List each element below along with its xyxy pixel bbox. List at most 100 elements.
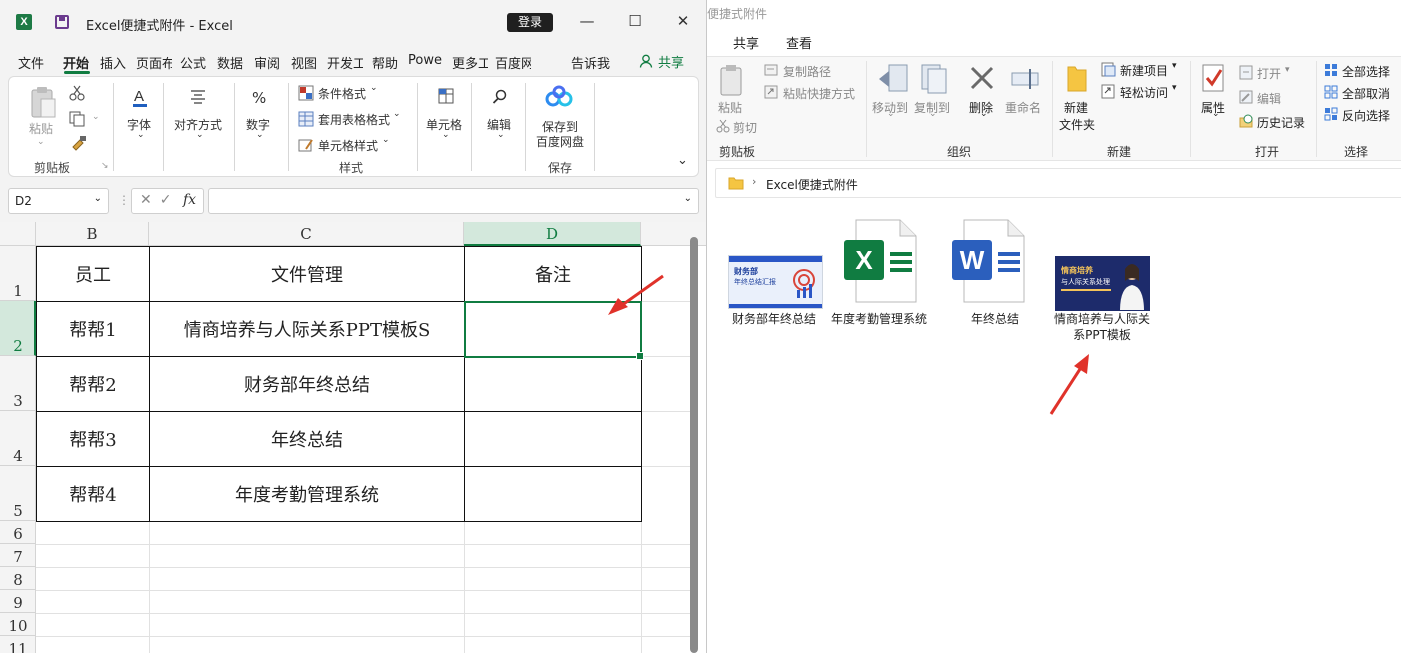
file-item[interactable]: X 年度考勤管理系统 — [827, 218, 931, 348]
tab-share[interactable]: 共享 — [733, 33, 759, 52]
font-color-icon[interactable]: A — [131, 87, 149, 109]
share-button[interactable]: 共享 — [658, 52, 684, 71]
row-header-10[interactable]: 10 — [0, 613, 36, 636]
table-format-dropdown-icon[interactable]: ⌄ — [393, 109, 401, 119]
new-folder-line2[interactable]: 文件夹 — [1059, 116, 1095, 133]
minimize-button[interactable]: — — [577, 12, 597, 30]
table-format-button[interactable]: 套用表格格式 — [318, 111, 390, 128]
cell-c2[interactable]: 情商培养与人际关系PPT模板S — [150, 302, 465, 357]
open-dropdown-icon[interactable]: ▾ — [1285, 65, 1290, 75]
insert-function-button[interactable]: fx — [183, 192, 196, 208]
invert-selection-button[interactable]: 反向选择 — [1342, 107, 1390, 124]
row-header-1[interactable]: 1 — [0, 246, 36, 301]
tab-insert[interactable]: 插入 — [100, 53, 126, 72]
easy-access-dropdown-icon[interactable]: ▾ — [1172, 83, 1177, 93]
easy-access-button[interactable]: 轻松访问 — [1120, 84, 1168, 101]
paste-icon[interactable] — [719, 63, 745, 97]
row-header-7[interactable]: 7 — [0, 544, 36, 567]
properties-icon[interactable] — [1201, 63, 1227, 95]
cut-icon[interactable] — [69, 85, 85, 101]
breadcrumb-folder[interactable]: Excel便捷式附件 — [766, 176, 858, 193]
select-none-button[interactable]: 全部取消 — [1342, 85, 1390, 102]
tab-view[interactable]: 查看 — [786, 33, 812, 52]
delete-dropdown-icon[interactable]: ⌄ — [980, 109, 988, 119]
paste-shortcut-button[interactable]: 粘贴快捷方式 — [783, 85, 855, 102]
formula-input[interactable]: ⌄ — [208, 188, 699, 214]
alignment-dropdown-icon[interactable]: ⌄ — [196, 130, 204, 140]
cancel-icon[interactable]: ✕ — [140, 192, 160, 208]
conditional-format-button[interactable]: 条件格式 — [318, 85, 366, 102]
row-header-9[interactable]: 9 — [0, 590, 36, 613]
row-header-5[interactable]: 5 — [0, 466, 36, 521]
move-to-dropdown-icon[interactable]: ⌄ — [887, 109, 895, 119]
cell-c4[interactable]: 年终总结 — [150, 412, 465, 467]
file-item[interactable]: 财务部 年终总结汇报 财务部年终总结 — [722, 218, 826, 338]
tab-developer[interactable]: 开发工 — [327, 53, 363, 72]
collapse-ribbon-icon[interactable]: ⌄ — [677, 153, 688, 168]
delete-icon[interactable] — [969, 65, 995, 91]
tab-view[interactable]: 视图 — [291, 53, 317, 72]
name-box-dropdown-icon[interactable]: ⌄ — [94, 193, 102, 204]
cell-b4[interactable]: 帮帮3 — [37, 412, 150, 467]
new-folder-line1[interactable]: 新建 — [1064, 99, 1088, 116]
row-header-3[interactable]: 3 — [0, 356, 36, 411]
tab-home[interactable]: 开始 — [63, 53, 89, 72]
cell-d3[interactable] — [465, 357, 642, 412]
copy-icon[interactable] — [69, 111, 85, 127]
paste-dropdown-icon[interactable]: ⌄ — [37, 137, 45, 147]
save-to-line2[interactable]: 百度网盘 — [536, 133, 584, 150]
name-box[interactable]: D2 ⌄ — [8, 188, 109, 214]
copy-to-dropdown-icon[interactable]: ⌄ — [929, 109, 937, 119]
cell-c3[interactable]: 财务部年终总结 — [150, 357, 465, 412]
move-to-icon[interactable] — [877, 63, 909, 95]
search-icon[interactable] — [492, 89, 508, 105]
edit-button[interactable]: 编辑 — [1257, 90, 1281, 107]
copy-dropdown-icon[interactable]: ⌄ — [92, 112, 100, 122]
rename-button[interactable]: 重命名 — [1005, 99, 1041, 116]
tab-data[interactable]: 数据 — [217, 53, 243, 72]
align-center-icon[interactable] — [189, 89, 207, 105]
tab-formulas[interactable]: 公式 — [180, 53, 206, 72]
cut-label[interactable]: 剪切 — [733, 119, 757, 136]
cell-d5[interactable] — [465, 467, 642, 522]
row-header-8[interactable]: 8 — [0, 567, 36, 590]
row-header-4[interactable]: 4 — [0, 411, 36, 466]
percent-icon[interactable]: % — [252, 89, 266, 107]
row-header-6[interactable]: 6 — [0, 521, 36, 544]
vertical-scrollbar[interactable] — [690, 237, 698, 653]
tab-baidu[interactable]: 百度网 — [495, 53, 531, 72]
open-button[interactable]: 打开 — [1257, 65, 1281, 82]
new-item-button[interactable]: 新建项目 — [1120, 62, 1168, 79]
format-painter-icon[interactable] — [71, 135, 87, 151]
chevron-right-icon[interactable]: › — [752, 175, 756, 188]
cells-icon[interactable] — [437, 87, 455, 105]
tell-me-search[interactable]: 告诉我 — [571, 53, 610, 72]
cell-c5[interactable]: 年度考勤管理系统 — [150, 467, 465, 522]
baidu-netdisk-icon[interactable] — [545, 85, 573, 109]
cell-d4[interactable] — [465, 412, 642, 467]
cut-icon[interactable] — [716, 119, 730, 133]
file-item[interactable]: W 年终总结 — [943, 218, 1047, 338]
number-dropdown-icon[interactable]: ⌄ — [256, 130, 264, 140]
row-header-2[interactable]: 2 — [0, 301, 36, 356]
login-button[interactable]: 登录 — [507, 13, 553, 32]
cell-b2[interactable]: 帮帮1 — [37, 302, 150, 357]
column-header-d[interactable]: D — [464, 222, 641, 246]
cell-b5[interactable]: 帮帮4 — [37, 467, 150, 522]
expand-formula-icon[interactable]: ⌄ — [684, 193, 692, 204]
file-item[interactable]: 情商培养 与人际关系处理 情商培养与人际关系PPT模板 — [1050, 218, 1154, 348]
save-icon[interactable] — [55, 15, 69, 29]
new-folder-icon[interactable] — [1066, 63, 1088, 93]
font-dropdown-icon[interactable]: ⌄ — [137, 130, 145, 140]
column-header-c[interactable]: C — [149, 222, 464, 246]
tab-more-tools[interactable]: 更多工 — [452, 53, 488, 72]
confirm-icon[interactable]: ✓ — [160, 192, 180, 208]
rename-icon[interactable] — [1010, 67, 1040, 93]
maximize-button[interactable]: ☐ — [625, 12, 645, 30]
clipboard-launcher-icon[interactable]: ↘ — [101, 161, 109, 171]
tab-help[interactable]: 帮助 — [372, 53, 398, 72]
cell-b3[interactable]: 帮帮2 — [37, 357, 150, 412]
conditional-format-dropdown-icon[interactable]: ⌄ — [370, 83, 378, 93]
tab-power[interactable]: Powe — [408, 53, 444, 68]
select-all-button[interactable]: 全部选择 — [1342, 63, 1390, 80]
